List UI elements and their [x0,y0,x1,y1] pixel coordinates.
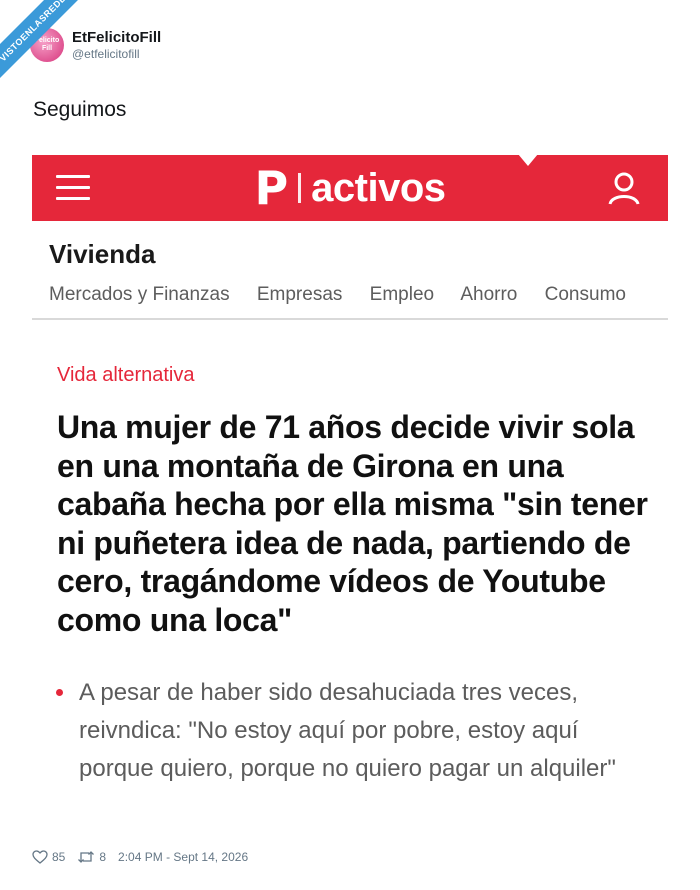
retweet-button[interactable]: 8 [77,850,106,864]
nav-item-empresas[interactable]: Empresas [257,284,343,305]
like-button[interactable]: 85 [32,850,65,864]
retweet-icon [78,851,95,863]
tweet-author[interactable]: Felicito Fill EtFelicitoFill @etfelicito… [30,28,161,62]
display-name[interactable]: EtFelicitoFill [72,29,161,47]
article-kicker[interactable]: Vida alternativa [57,364,195,387]
tweet-footer: 85 8 2:04 PM - Sept 14, 2026 [32,850,260,864]
section-title: Vivienda [49,239,156,269]
article-summary: A pesar de haber sido desahuciada tres v… [79,679,616,782]
handle[interactable]: @etfelicitofill [72,47,161,61]
nav-item-empleo[interactable]: Empleo [370,284,434,305]
logo-letter: P [254,161,289,215]
nav-item-consumo[interactable]: Consumo [545,284,626,305]
menu-icon[interactable] [56,175,90,201]
like-count: 85 [52,850,66,864]
nav-item-mercados[interactable]: Mercados y Finanzas [49,284,230,305]
heart-icon [32,850,48,864]
retweet-count: 8 [99,850,107,864]
bullet-dot [56,689,63,696]
user-icon[interactable] [606,170,642,206]
tweet-text: Seguimos [33,98,127,121]
article-screenshot: P activos Vivienda Mercados y Finanzas E… [32,154,668,320]
logo-divider [298,173,302,203]
logo-word: activos [311,166,446,210]
site-logo[interactable]: P activos [254,161,446,215]
tweet-timestamp[interactable]: 2:04 PM - Sept 14, 2026 [118,850,248,864]
section-nav: Mercados y Finanzas Empresas Empleo Ahor… [32,284,668,320]
article-headline: Una mujer de 71 años decide vivir sola e… [57,409,648,638]
site-header: P activos [32,154,668,221]
nav-item-ahorro[interactable]: Ahorro [460,284,517,305]
